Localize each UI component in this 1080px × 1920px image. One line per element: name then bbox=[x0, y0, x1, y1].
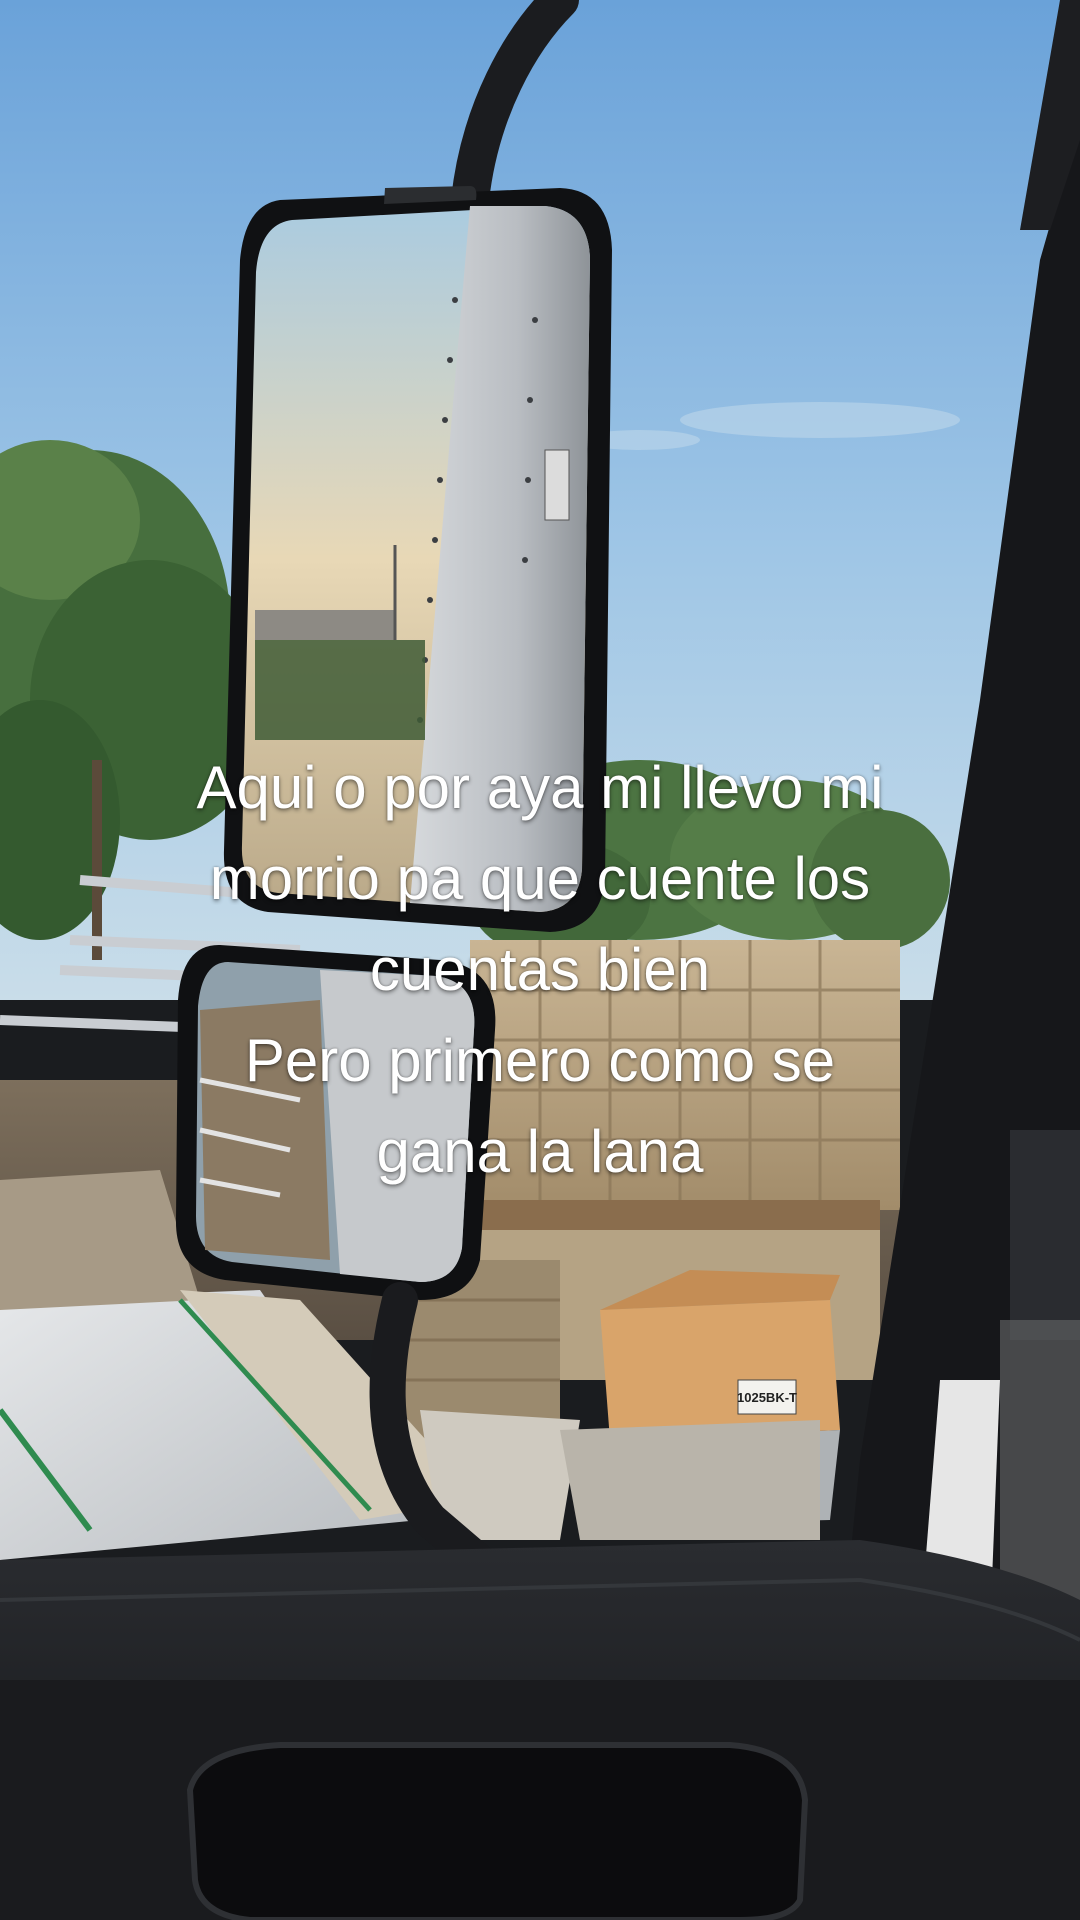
video-frame: 1025BK-T Aqui o por aya mi llevo mi morr… bbox=[0, 0, 1080, 1920]
caption-line-3: cuentas bien bbox=[369, 936, 711, 1003]
caption-line-5: gana la lana bbox=[376, 1118, 704, 1185]
caption-line-1: Aqui o por aya mi llevo mi bbox=[196, 754, 884, 821]
cup-holder bbox=[186, 1742, 809, 1920]
caption-line-2: morrio pa que cuente los bbox=[209, 845, 871, 912]
dashboard bbox=[0, 1540, 1080, 1920]
video-caption: Aqui o por aya mi llevo mi morrio pa que… bbox=[60, 742, 1020, 1197]
box-label-text: 1025BK-T bbox=[737, 1390, 797, 1405]
caption-line-4: Pero primero como se bbox=[244, 1027, 836, 1094]
